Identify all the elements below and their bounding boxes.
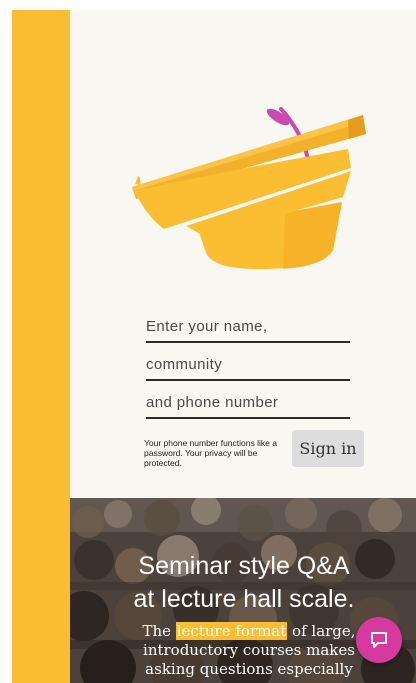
left-margin xyxy=(0,0,12,683)
description-line-2: introductory courses makes xyxy=(143,641,355,659)
feature-heading-line-1: Seminar style Q&A xyxy=(138,552,350,580)
top-margin xyxy=(70,0,416,10)
feature-description: The lecture format of large, introductor… xyxy=(104,622,394,679)
brand-side-band xyxy=(12,10,70,683)
privacy-note: Your phone number functions like a passw… xyxy=(144,438,277,468)
community-input[interactable] xyxy=(146,353,350,381)
lecture-format-link[interactable]: lecture format xyxy=(175,622,288,640)
login-hero: Your phone number functions like a passw… xyxy=(70,10,416,498)
description-suffix: of large, xyxy=(287,622,356,640)
phone-number-input[interactable] xyxy=(146,391,350,419)
name-input[interactable] xyxy=(146,315,350,343)
description-prefix: The xyxy=(142,622,176,640)
chat-bubble-icon xyxy=(371,632,387,648)
feature-heading: Seminar style Q&A at lecture hall scale. xyxy=(94,550,394,616)
podium-icon xyxy=(132,107,366,269)
app-screen: Your phone number functions like a passw… xyxy=(0,0,416,683)
chat-button[interactable] xyxy=(356,617,402,663)
sign-in-button[interactable]: Sign in xyxy=(292,430,364,467)
description-line-3: asking questions especially xyxy=(145,660,353,678)
description-line-1: The lecture format of large, xyxy=(104,622,394,641)
feature-heading-line-2: at lecture hall scale. xyxy=(133,585,355,613)
